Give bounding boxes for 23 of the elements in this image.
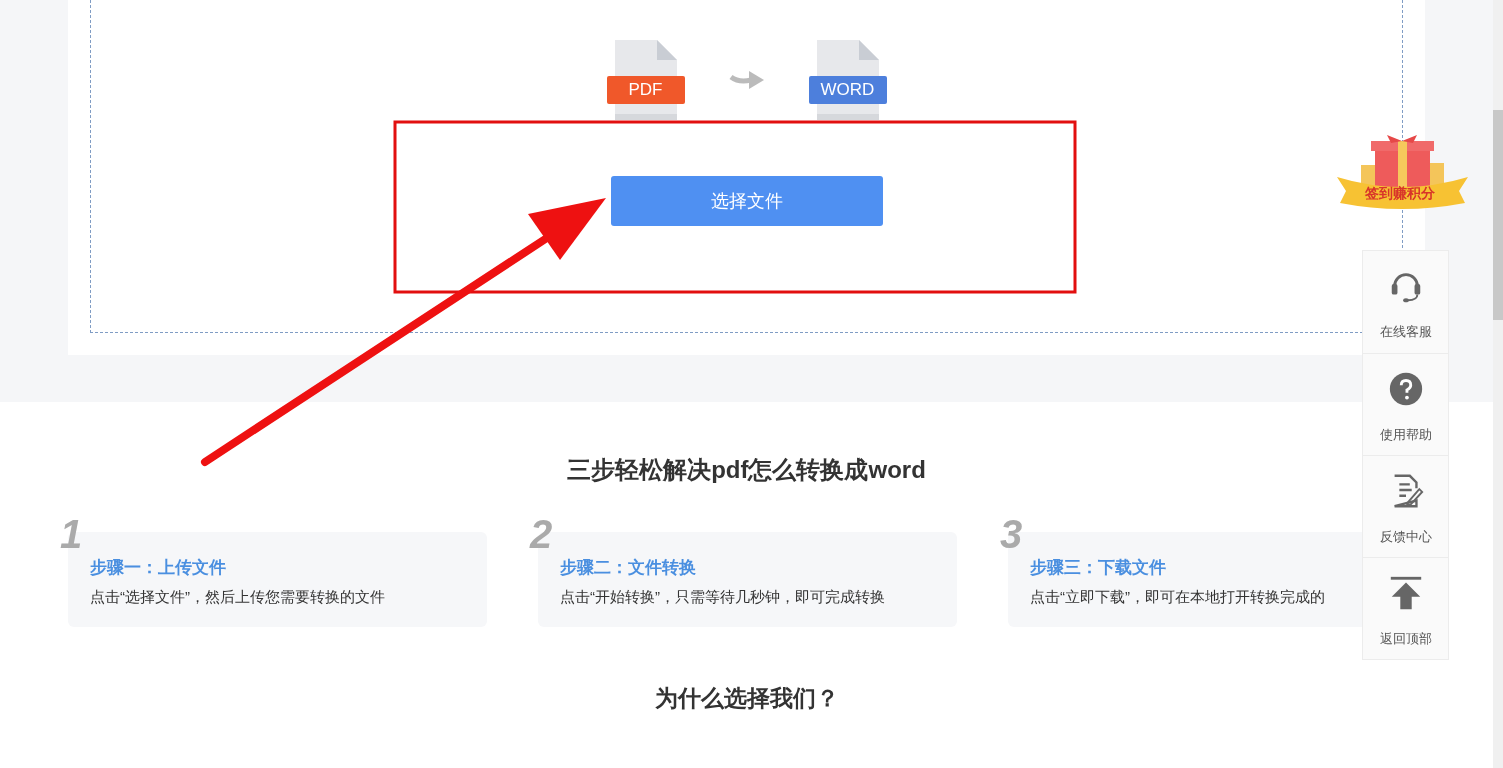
toolbar-label: 返回顶部 (1379, 630, 1432, 648)
file-format-badge: WORD (808, 76, 887, 104)
step-number: 2 (530, 514, 553, 554)
toolbar-label: 使用帮助 (1379, 426, 1432, 444)
toolbar-item[interactable]: 在线客服 (1363, 251, 1448, 353)
step-description: 点击“选择文件”，然后上传您需要转换的文件 (90, 588, 386, 607)
step-number: 1 (60, 514, 83, 554)
step-title: 步骤二：文件转换 (560, 557, 697, 579)
file-format-badge: PDF (606, 76, 685, 104)
scrollbar-thumb[interactable] (1493, 110, 1503, 320)
step-description: 点击“开始转换”，只需等待几秒钟，即可完成转换 (560, 588, 886, 607)
arrow-right-icon (728, 69, 765, 91)
step-title: 步骤三：下载文件 (1030, 557, 1167, 579)
toolbar-item[interactable]: 使用帮助 (1363, 353, 1448, 455)
step-description: 点击“立即下载”，即可在本地打开转换完成的 (1030, 588, 1326, 607)
section-heading: 为什么选择我们？ (654, 684, 839, 713)
step-title: 步骤一：上传文件 (90, 557, 227, 579)
toolbar-item[interactable]: 反馈中心 (1363, 455, 1448, 557)
section-heading: 三步轻松解决pdf怎么转换成word (567, 455, 926, 485)
toolbar-item[interactable]: 返回顶部 (1363, 557, 1448, 659)
toolbar-label: 反馈中心 (1379, 528, 1432, 546)
toolbar-label: 在线客服 (1379, 323, 1432, 341)
step-number: 3 (1000, 514, 1023, 554)
